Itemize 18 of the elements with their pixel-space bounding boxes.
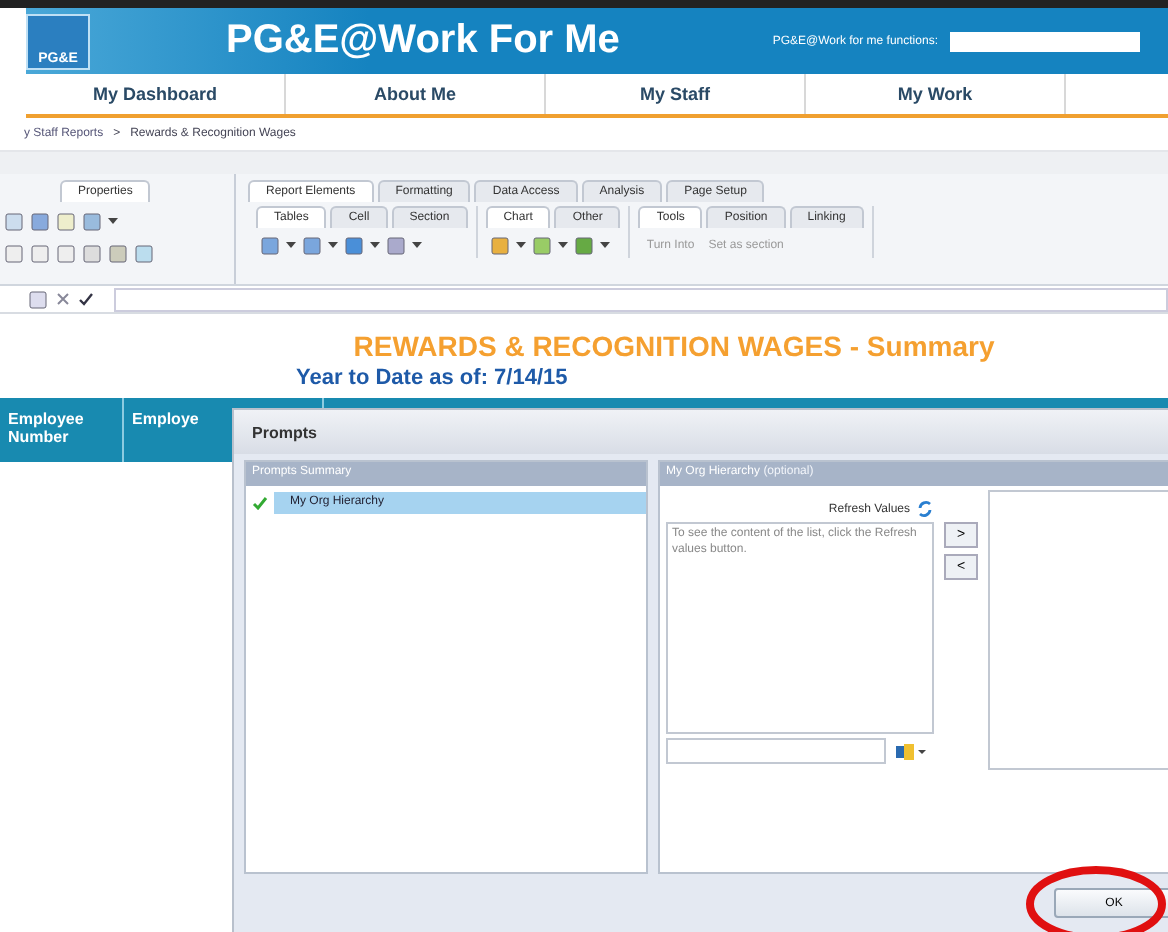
caret-icon [108, 217, 118, 225]
caret-icon [515, 241, 526, 249]
caret-icon [599, 241, 610, 249]
formula-field[interactable] [114, 287, 1168, 311]
functions-field[interactable] [950, 31, 1140, 51]
cancel-icon[interactable] [56, 292, 70, 306]
report-title: REWARDS & RECOGNITION WAGES - Summary [351, 330, 997, 362]
caret-icon [557, 241, 568, 249]
check-icon[interactable] [78, 292, 94, 306]
column-header: Employee Number [0, 398, 124, 462]
report-subtitle: Year to Date as of: 7/14/15 [296, 366, 570, 390]
search-field[interactable] [666, 738, 886, 764]
caret-icon [412, 241, 422, 249]
dialog-title: Prompts [234, 410, 1168, 454]
caret-icon [286, 241, 296, 249]
site-title: PG&E@Work For Me [226, 18, 620, 64]
caret-icon [370, 241, 380, 249]
caret-icon [328, 241, 338, 249]
